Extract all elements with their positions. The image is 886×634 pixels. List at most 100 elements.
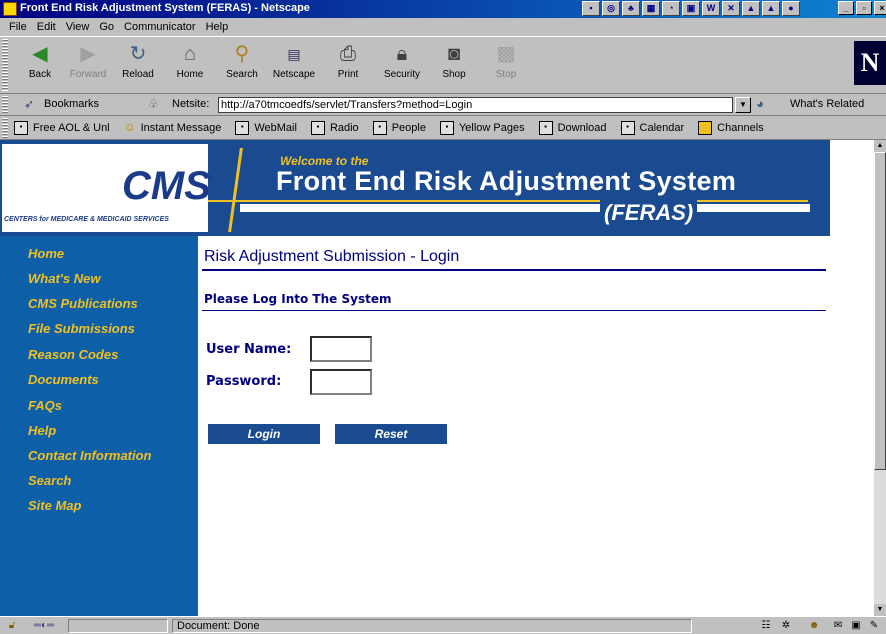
url-input[interactable]: http://a70tmcoedfs/servlet/Transfers?met… [218, 97, 733, 113]
nav-help[interactable]: Help [28, 423, 56, 438]
bookmark-channels[interactable]: Channels [698, 120, 764, 135]
taskbar-tray: ▪ ◎ ♣ ▦ ◔ ▣ W ✕ ▲ ▲ ● [582, 1, 800, 17]
search-button[interactable]: ⚲ Search [216, 41, 268, 80]
menu-communicator[interactable]: Communicator [119, 21, 201, 33]
bookmark-calendar[interactable]: ▪ Calendar [620, 120, 684, 135]
nav-site-map[interactable]: Site Map [28, 498, 81, 513]
title-divider [202, 269, 826, 271]
minimize-icon[interactable]: _ [838, 1, 854, 15]
tray-icon-5[interactable]: ◔ [662, 1, 680, 16]
vertical-scrollbar[interactable]: ▲ ▼ [874, 140, 886, 616]
bookmark-instant-message[interactable]: ☺ Instant Message [124, 121, 222, 134]
banner-rule [208, 200, 808, 202]
bookmark-free-aol[interactable]: ▪ Free AOL & Unl [14, 120, 110, 135]
security-lock-icon[interactable]: 🔓︎ [4, 619, 20, 632]
bookmarks-icon[interactable]: ➶ [24, 97, 34, 111]
tray-icon-7[interactable]: W [702, 1, 720, 16]
page-icon: ▪ [620, 120, 635, 135]
component-icon-1[interactable]: ☷ [758, 619, 774, 632]
nav-contact-information[interactable]: Contact Information [28, 448, 152, 463]
password-field[interactable] [310, 369, 372, 395]
navigation-toolbar: ◀ Back ▶ Forward ↻ Reload ⌂ Home ⚲ Searc… [0, 36, 886, 94]
back-button[interactable]: ◀ Back [14, 41, 66, 80]
menu-view[interactable]: View [61, 21, 95, 33]
bookmark-radio[interactable]: ▪ Radio [310, 120, 359, 135]
tray-icon-8[interactable]: ✕ [722, 1, 740, 16]
nav-whats-new[interactable]: What's New [28, 271, 100, 286]
tray-icon-2[interactable]: ◎ [602, 1, 620, 16]
url-dropdown-icon[interactable]: ▼ [735, 97, 751, 113]
component-icon-2[interactable]: ✲ [778, 619, 794, 632]
netscape-button[interactable]: ▤ Netscape [268, 41, 320, 80]
home-label: Home [176, 69, 204, 80]
nav-faqs[interactable]: FAQs [28, 398, 62, 413]
security-button[interactable]: 🔒︎ Security [376, 41, 428, 80]
component-icon-6[interactable]: ✎ [866, 619, 882, 632]
location-grip[interactable] [2, 96, 8, 114]
bookmarks-button[interactable]: Bookmarks [44, 98, 99, 110]
home-button[interactable]: ⌂ Home [164, 41, 216, 80]
system-name: Front End Risk Adjustment System [276, 166, 737, 196]
tray-icon-11[interactable]: ● [782, 1, 800, 16]
nav-cms-publications[interactable]: CMS Publications [28, 296, 138, 311]
cms-logo[interactable]: CMS [122, 164, 211, 209]
print-label: Print [337, 69, 359, 80]
bookmark-label: WebMail [254, 121, 297, 134]
whats-related-button[interactable]: What's Related [790, 98, 864, 110]
print-icon: ⎙ [340, 43, 356, 65]
site-banner: CMS CENTERS for MEDICARE & MEDICAID SERV… [0, 140, 830, 236]
location-bar: ➶ Bookmarks ♧ Netsite: http://a70tmcoedf… [0, 94, 886, 116]
username-field[interactable] [310, 336, 372, 362]
nav-documents[interactable]: Documents [28, 372, 99, 387]
menu-help[interactable]: Help [201, 21, 234, 33]
nav-search[interactable]: Search [28, 473, 71, 488]
nav-reason-codes[interactable]: Reason Codes [28, 347, 118, 362]
component-icon-4[interactable]: ✉ [830, 619, 846, 632]
search-label: Search [226, 69, 258, 80]
bookmark-yellow-pages[interactable]: ▪ Yellow Pages [439, 120, 525, 135]
page-icon: ▪ [310, 120, 325, 135]
stop-icon: ▩ [496, 43, 516, 65]
reload-button[interactable]: ↻ Reload [112, 41, 164, 80]
stop-button[interactable]: ▩ Stop [480, 41, 532, 80]
scroll-down-icon[interactable]: ▼ [874, 604, 886, 616]
scroll-up-icon[interactable]: ▲ [874, 140, 886, 152]
menu-file[interactable]: File [4, 21, 32, 33]
bookmark-label: Instant Message [140, 121, 222, 134]
back-arrow-icon: ◀ [32, 43, 48, 65]
netscape-logo[interactable]: N [854, 41, 886, 85]
bookmark-label: Radio [329, 121, 359, 134]
password-label: Password: [206, 374, 282, 389]
back-label: Back [28, 69, 52, 80]
tray-icon-3[interactable]: ♣ [622, 1, 640, 16]
toolbar-grip[interactable] [2, 39, 8, 91]
scroll-thumb[interactable] [874, 152, 886, 470]
menu-go[interactable]: Go [94, 21, 119, 33]
tray-icon-9[interactable]: ▲ [742, 1, 760, 16]
menu-edit[interactable]: Edit [32, 21, 61, 33]
tray-icon-10[interactable]: ▲ [762, 1, 780, 16]
cms-logo-panel: CMS CENTERS for MEDICARE & MEDICAID SERV… [2, 144, 211, 232]
reset-button[interactable]: Reset [335, 424, 447, 444]
tray-icon-1[interactable]: ▪ [582, 1, 600, 16]
bookmark-download[interactable]: ▪ Download [538, 120, 607, 135]
shop-button[interactable]: ◙ Shop [428, 41, 480, 80]
tray-icon-6[interactable]: ▣ [682, 1, 700, 16]
progress-bar [68, 619, 168, 633]
bookmark-label: Yellow Pages [458, 121, 525, 134]
nav-home[interactable]: Home [28, 246, 64, 261]
bookmark-people[interactable]: ▪ People [372, 120, 426, 135]
maximize-icon[interactable]: ▫ [856, 1, 872, 15]
bookmark-label: Download [557, 121, 607, 134]
personal-grip[interactable] [2, 118, 8, 138]
print-button[interactable]: ⎙ Print [322, 41, 374, 80]
close-icon[interactable]: × [874, 1, 886, 15]
search-icon: ⚲ [234, 43, 250, 65]
component-icon-5[interactable]: ▣ [848, 619, 864, 632]
forward-button[interactable]: ▶ Forward [62, 41, 114, 80]
bookmark-webmail[interactable]: ▪ WebMail [235, 120, 297, 135]
tray-icon-4[interactable]: ▦ [642, 1, 660, 16]
nav-file-submissions[interactable]: File Submissions [28, 321, 135, 336]
component-icon-3[interactable]: ☻ [806, 619, 822, 632]
login-button[interactable]: Login [208, 424, 320, 444]
